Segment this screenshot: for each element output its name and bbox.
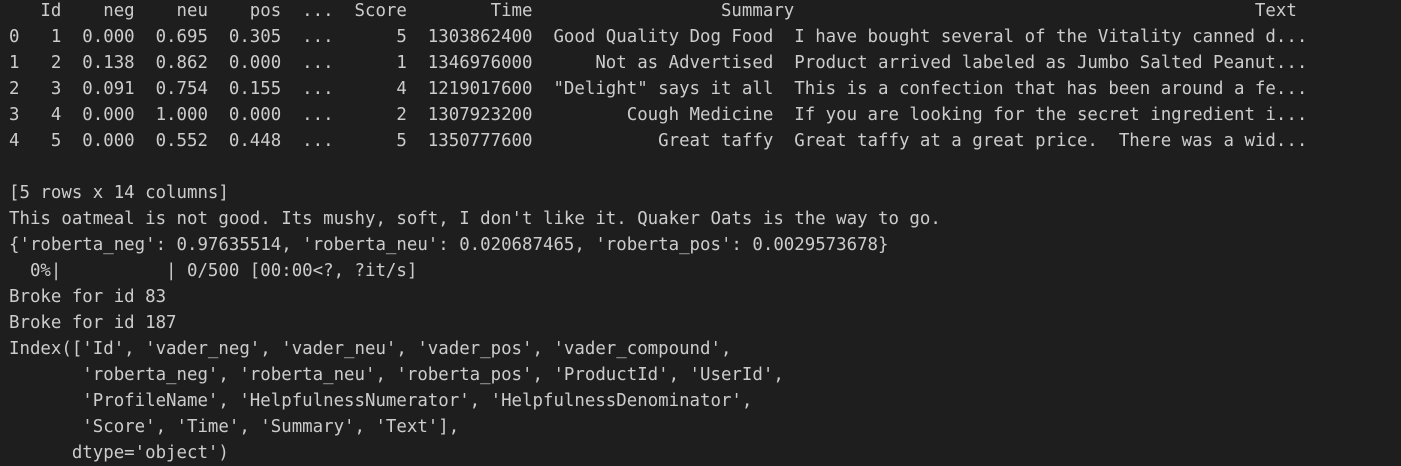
dataframe-row: 2 3 0.091 0.754 0.155 ... 4 1219017600 "…: [9, 79, 1308, 99]
example-review-text: This oatmeal is not good. Its mushy, sof…: [9, 209, 941, 229]
roberta-scores-dict: {'roberta_neg': 0.97635514, 'roberta_neu…: [9, 235, 889, 255]
dataframe-header-row: Id neg neu pos ... Score Time Summary Te…: [9, 1, 1297, 21]
index-output-line: 'ProfileName', 'HelpfulnessNumerator', '…: [9, 391, 753, 411]
terminal-output[interactable]: Id neg neu pos ... Score Time Summary Te…: [9, 0, 1399, 463]
dataframe-row: 4 5 0.000 0.552 0.448 ... 5 1350777600 G…: [9, 131, 1308, 151]
dataframe-shape-line: [5 rows x 14 columns]: [9, 183, 229, 203]
index-output-line: dtype='object'): [9, 443, 229, 463]
progress-bar-line: 0%| | 0/500 [00:00<?, ?it/s]: [9, 261, 418, 281]
index-output-line: 'roberta_neg', 'roberta_neu', 'roberta_p…: [9, 365, 784, 385]
dataframe-row: 0 1 0.000 0.695 0.305 ... 5 1303862400 G…: [9, 27, 1308, 47]
index-output-line: Index(['Id', 'vader_neg', 'vader_neu', '…: [9, 339, 732, 359]
error-line: Broke for id 83: [9, 287, 167, 307]
dataframe-row: 3 4 0.000 1.000 0.000 ... 2 1307923200 C…: [9, 105, 1308, 125]
dataframe-row: 1 2 0.138 0.862 0.000 ... 1 1346976000 N…: [9, 53, 1308, 73]
index-output-line: 'Score', 'Time', 'Summary', 'Text'],: [9, 417, 460, 437]
error-line: Broke for id 187: [9, 313, 177, 333]
